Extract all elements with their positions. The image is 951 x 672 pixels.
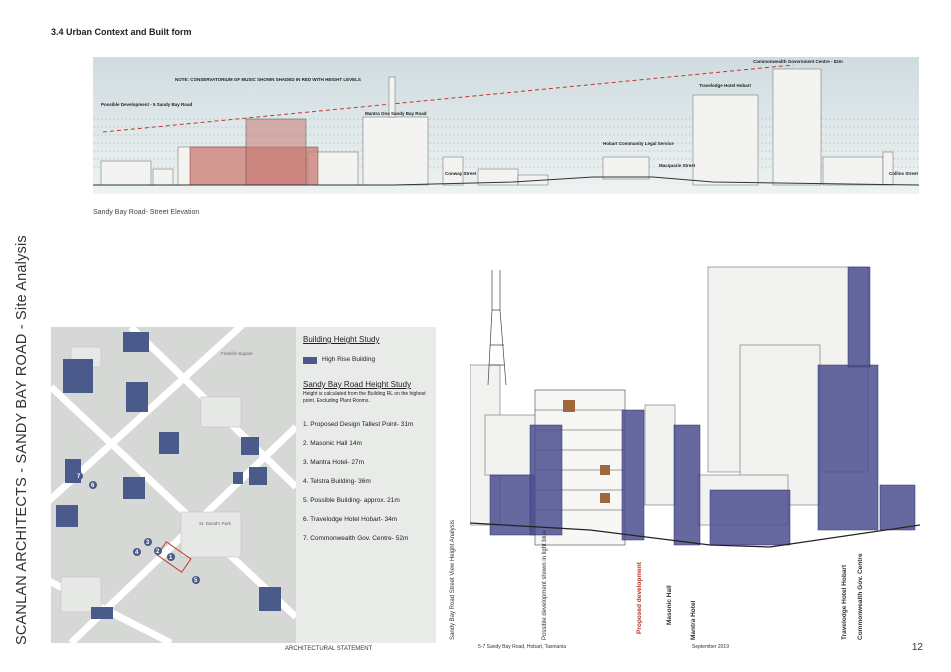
street-elevation-drawing: NOTE: CONSERVATORIUM OF MUSIC SHOWN SHAD… — [93, 57, 919, 194]
sv-label-travelodge: Travelodge Hotel Hobart — [841, 564, 848, 640]
legend-high-rise-label: High Rise Building — [322, 356, 376, 363]
height-study-legend: Building Height Study High Rise Building… — [296, 327, 436, 643]
legend-item-1: 1. Proposed Design Tallest Point- 31m — [303, 421, 414, 428]
page-number: 12 — [911, 642, 923, 653]
footer-statement: ARCHITECTURAL STATEMENT — [285, 646, 373, 652]
label-collins: Collins Street — [889, 171, 919, 176]
map-label-franklin: Franklin Square — [221, 351, 253, 356]
footer-address: 5-7 Sandy Bay Road, Hobart, Tasmania — [478, 644, 567, 650]
map-label-park: St. David's Park — [199, 521, 232, 526]
legend-item-7: 7. Commonwealth Gov. Centre- 52m — [303, 535, 409, 542]
side-title: SCANLAN ARCHITECTS - SANDY BAY ROAD - Si… — [14, 235, 30, 645]
sv-label-proposed: Proposed development — [636, 562, 643, 634]
road-study-title: Sandy Bay Road Height Study — [303, 380, 412, 389]
label-mantra: Mantra One Sandy Bay Road — [365, 111, 427, 116]
page-heading: 3.4 Urban Context and Built form — [51, 27, 192, 37]
label-conway: Conway Street — [445, 171, 477, 176]
label-commonwealth: Commonwealth Government Centre - 52m — [753, 59, 843, 64]
label-macquarie: Macquarie Street — [659, 163, 696, 168]
label-possible: Possible Development - 5 Sandy Bay Road — [101, 102, 193, 107]
site-map: Franklin Square St. David's Park 1 2 3 4… — [51, 327, 296, 643]
label-legal: Hobart Community Legal Service — [603, 141, 674, 146]
road-study-note: Height is calculated from the Building R… — [303, 391, 426, 404]
legend-item-5: 5. Possible Building- approx. 21m — [303, 497, 400, 504]
sv-label-commonwealth: Commonwealth Gov. Centre — [857, 553, 864, 640]
legend-item-2: 2. Masonic Hall 14m — [303, 440, 362, 447]
legend-item-4: 4. Telstra Building- 36m — [303, 478, 371, 485]
elevation-caption: Sandy Bay Road- Street Elevation — [93, 209, 200, 216]
sv-label-possible: Possible development shown in light blue — [542, 530, 548, 640]
sv-label-mantra: Mantra Hotel — [690, 600, 697, 640]
elevation-note: NOTE: CONSERVATORIUM OF MUSIC SHOWN SHAD… — [175, 77, 361, 82]
sv-label-masonic: Masonic Hall — [666, 585, 673, 625]
street-view-caption: Sandy Bay Road Street View Height Analys… — [450, 520, 456, 640]
legend-item-6: 6. Travelodge Hotel Hobart- 34m — [303, 516, 398, 523]
footer-date: September 2019 — [692, 644, 729, 650]
street-view-drawing — [470, 266, 920, 548]
label-travelodge: Travelodge Hotel Hobart — [699, 83, 752, 88]
legend-title: Building Height Study — [303, 335, 380, 344]
high-rise-swatch — [303, 357, 317, 364]
legend-item-3: 3. Mantra Hotel- 27m — [303, 459, 365, 466]
